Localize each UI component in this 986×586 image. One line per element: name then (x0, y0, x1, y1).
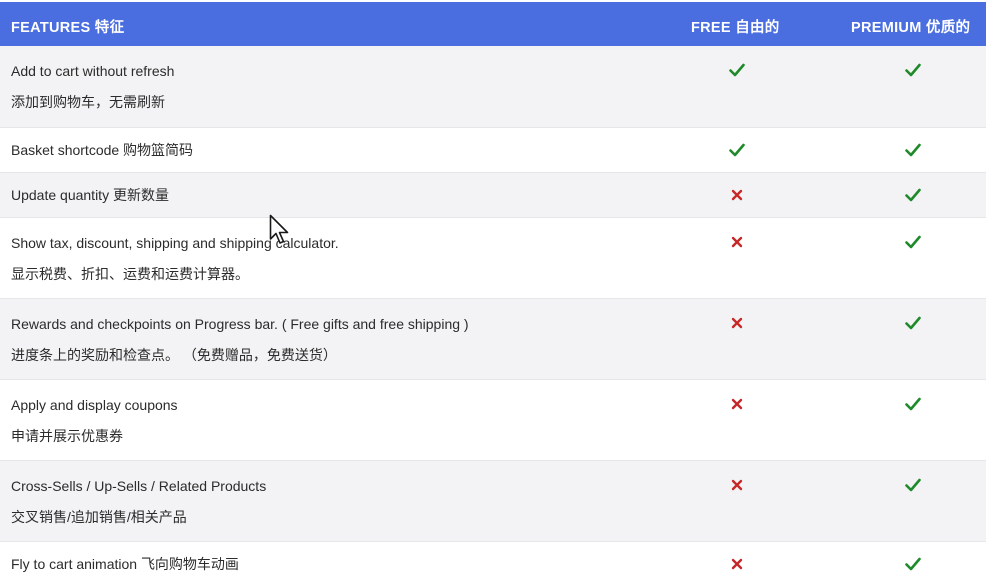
cross-icon (727, 232, 747, 252)
check-icon (903, 554, 923, 574)
feature-name: Apply and display coupons (11, 397, 178, 413)
table-row: Apply and display coupons 申请并展示优惠券 (0, 380, 986, 461)
table-row: Basket shortcode 购物篮简码 (0, 128, 986, 173)
feature-name-translation: 申请并展示优惠券 (11, 428, 123, 444)
feature-name: Add to cart without refresh (11, 63, 175, 79)
feature-name: Update quantity 更新数量 (11, 187, 169, 203)
table-row: Update quantity 更新数量 (0, 173, 986, 218)
header-features: FEATURES 特征 (11, 20, 125, 36)
check-icon (903, 313, 923, 333)
check-icon (903, 232, 923, 252)
feature-name: Fly to cart animation 飞向购物车动画 (11, 556, 239, 572)
header-premium: PREMIUM 优质的 (851, 20, 971, 36)
check-icon (903, 475, 923, 495)
table-row: Add to cart without refresh 添加到购物车，无需刷新 (0, 46, 986, 128)
table-header: FEATURES 特征 FREE 自由的 PREMIUM 优质的 (0, 2, 986, 46)
check-icon (727, 140, 747, 160)
feature-name: Rewards and checkpoints on Progress bar.… (11, 316, 469, 332)
header-free: FREE 自由的 (691, 20, 780, 36)
mouse-cursor-icon (269, 214, 289, 244)
cross-icon (727, 394, 747, 414)
cross-icon (727, 475, 747, 495)
check-icon (727, 60, 747, 80)
cross-icon (727, 554, 747, 574)
check-icon (903, 394, 923, 414)
check-icon (903, 60, 923, 80)
feature-name-translation: 显示税费、折扣、运费和运费计算器。 (11, 266, 249, 282)
check-icon (903, 185, 923, 205)
feature-name: Basket shortcode 购物篮简码 (11, 142, 194, 158)
check-icon (903, 140, 923, 160)
table-row: Rewards and checkpoints on Progress bar.… (0, 299, 986, 380)
table-row: Cross-Sells / Up-Sells / Related Product… (0, 461, 986, 542)
table-row: Fly to cart animation 飞向购物车动画 (0, 542, 986, 584)
feature-name-translation: 交叉销售/追加销售/相关产品 (11, 509, 187, 525)
feature-name: Cross-Sells / Up-Sells / Related Product… (11, 478, 267, 494)
feature-name-translation: 进度条上的奖励和检查点。 （免费赠品，免费送货） (11, 347, 337, 363)
cross-icon (727, 185, 747, 205)
feature-name-translation: 添加到购物车，无需刷新 (11, 94, 165, 110)
table-row: Show tax, discount, shipping and shippin… (0, 218, 986, 299)
cross-icon (727, 313, 747, 333)
